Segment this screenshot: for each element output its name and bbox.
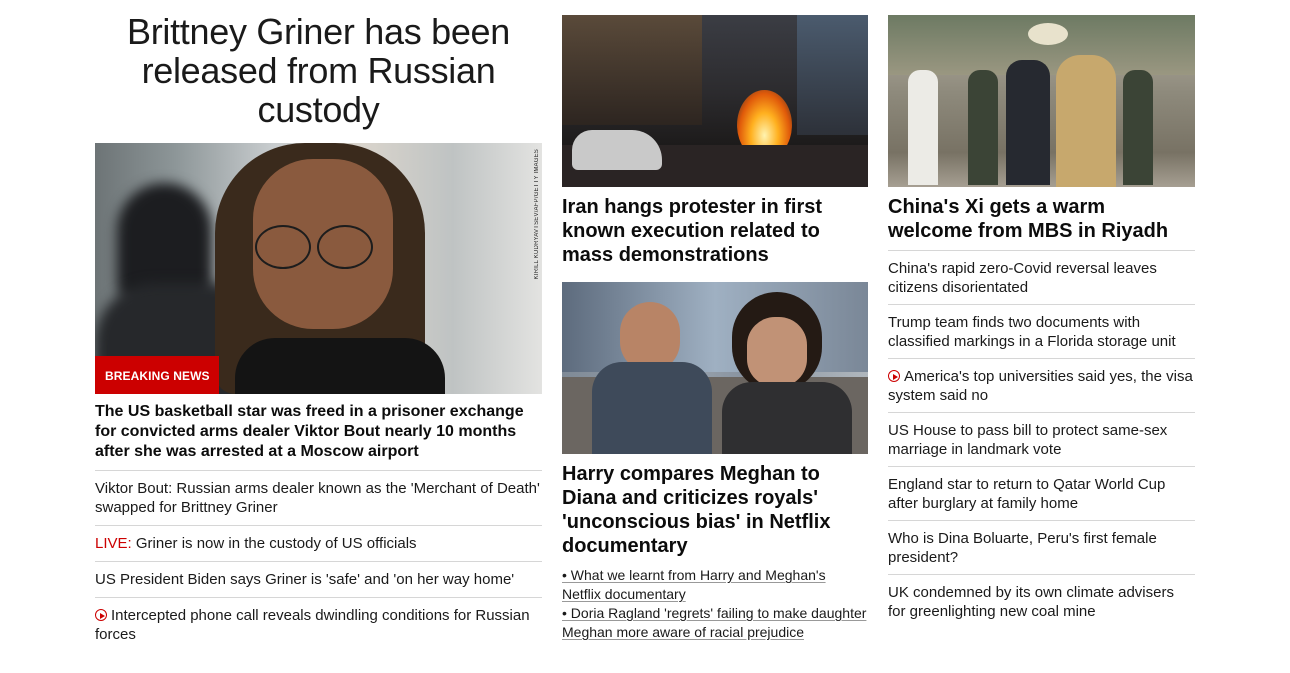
glasses-right: [317, 225, 373, 269]
headline-link[interactable]: US House to pass bill to protect same-se…: [888, 422, 1167, 458]
list-item[interactable]: Viktor Bout: Russian arms dealer known a…: [95, 470, 542, 525]
headline-link[interactable]: UK condemned by its own climate advisers…: [888, 584, 1174, 620]
lead-story: Brittney Griner has been released from R…: [95, 12, 542, 652]
list-item[interactable]: UK condemned by its own climate advisers…: [888, 574, 1195, 628]
related-link[interactable]: • What we learnt from Harry and Meghan's…: [562, 566, 868, 604]
image-credit: KIRILL KUDRYAVTSEV/AFP/GETTY IMAGES: [534, 149, 540, 280]
iran-image[interactable]: [562, 15, 868, 187]
related-link[interactable]: Viktor Bout: Russian arms dealer known a…: [95, 480, 540, 516]
lead-subhead[interactable]: The US basketball star was freed in a pr…: [95, 402, 542, 462]
chandelier-shape: [1028, 23, 1068, 45]
building-shape: [562, 15, 702, 125]
list-item[interactable]: England star to return to Qatar World Cu…: [888, 466, 1195, 520]
headline-link[interactable]: Who is Dina Boluarte, Peru's first femal…: [888, 530, 1157, 566]
related-link[interactable]: Griner is now in the custody of US offic…: [132, 535, 417, 552]
related-link[interactable]: Intercepted phone call reveals dwindling…: [95, 607, 530, 643]
breaking-news-badge: BREAKING NEWS: [95, 356, 219, 394]
glasses-left: [255, 225, 311, 269]
headline-link[interactable]: America's top universities said yes, the…: [888, 368, 1193, 404]
mbs-shape: [1056, 55, 1116, 187]
harry-story-title[interactable]: Harry compares Meghan to Diana and criti…: [562, 462, 868, 558]
play-icon: [888, 370, 900, 382]
car-shape: [572, 130, 662, 170]
headline-link[interactable]: China's rapid zero-Covid reversal leaves…: [888, 260, 1157, 296]
lead-headline[interactable]: Brittney Griner has been released from R…: [95, 12, 542, 129]
guard-shape: [1123, 70, 1153, 185]
headline-link[interactable]: Trump team finds two documents with clas…: [888, 314, 1176, 350]
harry-related-links: • What we learnt from Harry and Meghan's…: [562, 566, 868, 642]
meghan-face: [747, 317, 807, 387]
window-shape: [562, 282, 868, 372]
xi-shape: [1006, 60, 1050, 185]
meghan-body: [722, 382, 852, 454]
right-column: China's Xi gets a warm welcome from MBS …: [888, 15, 1195, 628]
headline-link[interactable]: England star to return to Qatar World Cu…: [888, 476, 1165, 512]
related-link[interactable]: US President Biden says Griner is 'safe'…: [95, 571, 514, 588]
list-item[interactable]: US President Biden says Griner is 'safe'…: [95, 561, 542, 597]
xi-mbs-image[interactable]: [888, 15, 1195, 187]
shirt-shape: [235, 338, 445, 394]
list-item[interactable]: China's rapid zero-Covid reversal leaves…: [888, 250, 1195, 304]
list-item[interactable]: Who is Dina Boluarte, Peru's first femal…: [888, 520, 1195, 574]
list-item[interactable]: Intercepted phone call reveals dwindling…: [95, 597, 542, 652]
sky-shape: [797, 15, 868, 135]
figure-shape: [908, 70, 938, 185]
list-item[interactable]: America's top universities said yes, the…: [888, 358, 1195, 412]
headline-list: China's rapid zero-Covid reversal leaves…: [888, 250, 1195, 628]
play-icon: [95, 609, 107, 621]
middle-column: Iran hangs protester in first known exec…: [562, 15, 868, 642]
harry-meghan-image[interactable]: [562, 282, 868, 454]
list-item[interactable]: US House to pass bill to protect same-se…: [888, 412, 1195, 466]
lead-related-list: Viktor Bout: Russian arms dealer known a…: [95, 470, 542, 652]
china-story-title[interactable]: China's Xi gets a warm welcome from MBS …: [888, 195, 1195, 243]
related-link[interactable]: • Doria Ragland 'regrets' failing to mak…: [562, 604, 868, 642]
list-item[interactable]: LIVE: Griner is now in the custody of US…: [95, 525, 542, 561]
live-label: LIVE:: [95, 535, 132, 552]
guard-shape: [968, 70, 998, 185]
iran-story-title[interactable]: Iran hangs protester in first known exec…: [562, 195, 868, 267]
harry-body: [592, 362, 712, 454]
list-item[interactable]: Trump team finds two documents with clas…: [888, 304, 1195, 358]
lead-image[interactable]: KIRILL KUDRYAVTSEV/AFP/GETTY IMAGES BREA…: [95, 143, 542, 394]
